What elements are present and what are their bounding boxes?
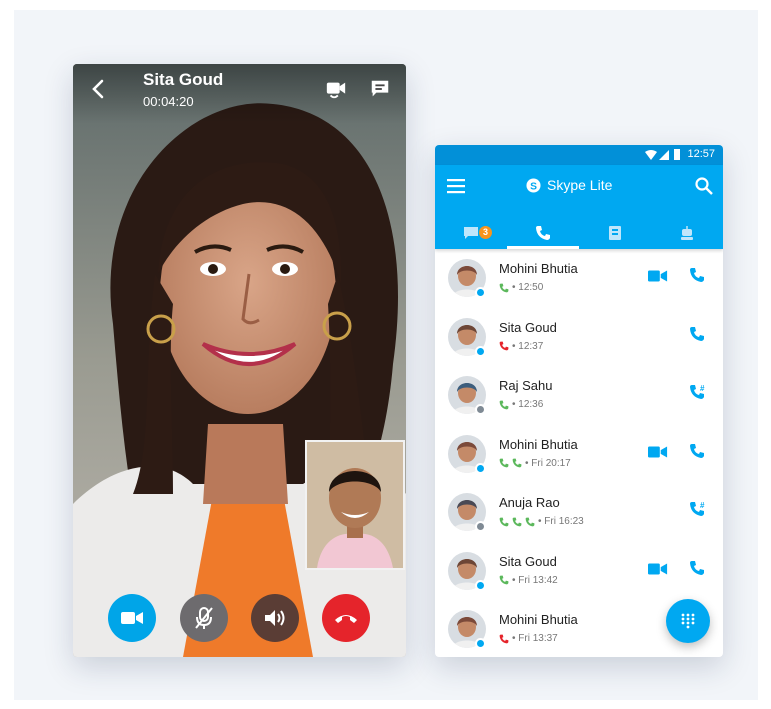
voice-call-icon[interactable] [689,560,707,578]
video-call-icon[interactable] [648,268,668,284]
app-title-text: Skype Lite [547,177,613,193]
dialpad-icon [681,613,695,629]
presence-indicator [475,462,486,474]
incoming-call-icon [525,517,535,526]
incoming-call-icon [499,458,509,468]
self-view-preview[interactable] [305,440,405,570]
contacts-book-icon [609,226,621,240]
svg-text:#: # [700,384,705,393]
contact-name: Mohini Bhutia [499,261,578,276]
skype-lite-phone: 12:57 S Skype Lite 3 Mohini Bhutia • 12:… [435,145,723,657]
call-row[interactable]: Raj Sahu • 12:36 # [435,368,723,426]
dial-number-icon[interactable]: # [689,501,707,519]
tab-bots[interactable] [651,217,723,249]
svg-text:S: S [530,181,537,192]
end-call-button[interactable] [322,594,370,642]
call-row[interactable]: Sita Goud • 12:37 [435,310,723,368]
contact-name: Mohini Bhutia [499,612,578,627]
voice-call-icon[interactable] [689,443,707,461]
app-title: S Skype Lite [526,177,612,193]
video-call-icon[interactable] [648,561,668,577]
video-call-screen: Sita Goud 00:04:20 [73,64,406,657]
call-row[interactable]: Sita Goud • Fri 13:42 [435,544,723,602]
tab-chats[interactable]: 3 [435,217,507,249]
presence-indicator [475,404,486,415]
presence-indicator [475,345,486,357]
mute-button[interactable] [180,594,228,642]
call-meta: • 12:36 [499,399,543,410]
presence-indicator [475,287,486,298]
call-time: • Fri 13:37 [512,633,558,644]
tab-calls[interactable] [507,217,579,249]
call-duration: 00:04:20 [143,94,194,109]
call-time: • Fri 20:17 [525,457,571,469]
call-header [73,64,406,124]
phone-icon [536,226,550,240]
video-toggle-button[interactable] [108,594,156,642]
skype-logo-icon: S [526,177,541,193]
back-arrow-icon[interactable] [87,77,111,101]
missed-call-icon [499,341,509,351]
incoming-call-icon [512,458,522,468]
chat-bubble-icon [464,227,478,239]
call-meta: • Fri 13:42 [499,575,558,586]
contact-name: Mohini Bhutia [499,436,578,452]
call-time: • 12:50 [512,282,544,293]
voice-call-icon[interactable] [689,326,707,344]
call-row[interactable]: Mohini Bhutia • Fri 20:17 [435,427,723,485]
bot-icon [681,226,693,240]
call-row[interactable]: Anuja Rao • Fri 16:23 # [435,485,723,543]
signal-icon [659,150,669,160]
voice-call-icon[interactable] [689,267,707,285]
switch-camera-icon[interactable] [325,78,347,100]
missed-call-icon [499,634,509,643]
battery-icon [674,149,680,160]
incoming-call-icon [499,517,509,526]
call-meta: • Fri 13:37 [499,633,558,644]
contact-name: Sita Goud [499,553,557,569]
status-bar: 12:57 [435,145,723,165]
tab-contacts[interactable] [579,217,651,249]
search-icon[interactable] [695,177,713,195]
presence-indicator [475,521,486,532]
call-time: • 12:36 [512,399,544,410]
call-time: • 12:37 [512,340,544,352]
contact-name: Raj Sahu [499,378,553,393]
call-time: • Fri 13:42 [512,574,558,586]
unread-badge: 3 [479,226,492,239]
call-time: • Fri 16:23 [538,516,584,527]
incoming-call-icon [499,575,509,585]
chat-icon[interactable] [369,78,391,100]
contact-name: Anuja Rao [499,495,560,510]
speaker-button[interactable] [251,594,299,642]
call-meta: • 12:50 [499,282,543,293]
incoming-call-icon [499,400,509,409]
video-call-icon[interactable] [648,444,668,460]
incoming-call-icon [512,517,522,526]
wifi-icon [645,150,657,160]
mic-off-icon [195,607,213,629]
call-row[interactable]: Mohini Bhutia • 12:50 [435,251,723,309]
app-bar: S Skype Lite 3 [435,165,723,249]
presence-indicator [475,638,486,649]
hamburger-menu-icon[interactable] [447,178,465,194]
status-clock: 12:57 [687,148,715,160]
hangup-icon [335,615,357,623]
contact-name: Sita Goud [499,319,557,335]
caller-name: Sita Goud [143,70,224,89]
call-meta: • Fri 20:17 [499,458,571,469]
call-meta: • Fri 16:23 [499,516,584,527]
svg-text:#: # [700,501,705,510]
video-icon [121,612,143,624]
presence-indicator [475,579,486,591]
call-meta: • 12:37 [499,341,543,352]
dialpad-button[interactable] [666,599,710,643]
speaker-icon [265,610,285,626]
dial-number-icon[interactable]: # [689,384,707,402]
incoming-call-icon [499,283,509,292]
